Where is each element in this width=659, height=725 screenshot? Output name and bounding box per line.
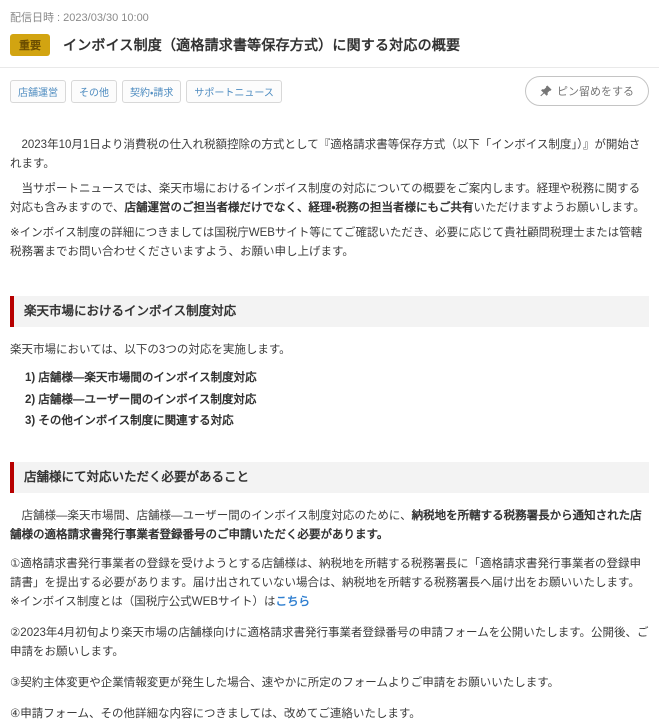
section1-lead: 楽天市場においては、以下の3つの対応を実施します。 (10, 341, 649, 360)
pin-button-label: ピン留めをする (557, 83, 634, 99)
intro-p2-bold: 店舗運営のご担当者様だけでなく、経理・税務の担当者様にもご共有 (125, 202, 474, 214)
tag-other[interactable]: その他 (71, 80, 117, 103)
tag-store-management[interactable]: 店舗運営 (10, 80, 66, 103)
tag-list: 店舗運営 その他 契約・請求 サポートニュース (10, 80, 282, 103)
list-item: 1) 店舗様―楽天市場間のインボイス制度対応 (25, 368, 649, 389)
support-news-article: 配信日時 : 2023/03/30 10:00 重要 インボイス制度（適格請求書… (0, 0, 659, 572)
tag-contract-billing[interactable]: 契約・請求 (122, 80, 181, 103)
article-body: 2023年10月1日より消費税の仕入れ税額控除の方式として『適格請求書等保存方式… (0, 112, 659, 725)
response-list: 1) 店舗様―楽天市場間のインボイス制度対応 2) 店舗様―ユーザー間のインボイ… (10, 368, 649, 432)
section2-lead-text: 店舗様―楽天市場間、店舗様―ユーザー間のインボイス制度対応のために、 (10, 510, 412, 522)
intro-paragraph-1: 2023年10月1日より消費税の仕入れ税額控除の方式として『適格請求書等保存方式… (10, 136, 649, 174)
intro-paragraph-2: 当サポートニュースでは、楽天市場におけるインボイス制度の対応についての概要をご案… (10, 180, 649, 218)
step1-paragraph: ①適格請求書発行事業者の登録を受けようとする店舗様は、納税地を所轄する税務署長に… (10, 555, 649, 612)
intro-note: ※インボイス制度の詳細につきましては国税庁WEBサイト等にてご確認いただき、必要… (10, 224, 649, 262)
invoice-info-link[interactable]: こちら (275, 596, 310, 608)
intro-p2-tail: いただけますようお願いします。 (473, 202, 644, 214)
step1-text: ①適格請求書発行事業者の登録を受けようとする店舗様は、納税地を所轄する税務署長に… (10, 558, 641, 589)
tag-support-news[interactable]: サポートニュース (186, 80, 282, 103)
list-item: 3) その他インボイス制度に関連する対応 (25, 411, 649, 432)
pin-button[interactable]: ピン留めをする (525, 76, 649, 106)
section-heading-store-actions: 店舗様にて対応いただく必要があること (10, 462, 649, 493)
meta-row: 店舗運営 その他 契約・請求 サポートニュース ピン留めをする (0, 68, 659, 112)
step3-paragraph: ③契約主体変更や企業情報変更が発生した場合、速やかに所定のフォームよりご申請をお… (10, 674, 649, 693)
title-row: 重要 インボイス制度（適格請求書等保存方式）に関する対応の概要 (0, 25, 659, 68)
list-item: 2) 店舗様―ユーザー間のインボイス制度対応 (25, 390, 649, 411)
step4-paragraph: ④申請フォーム、その他詳細な内容につきましては、改めてご連絡いたします。 (10, 705, 649, 724)
page-title: インボイス制度（適格請求書等保存方式）に関する対応の概要 (63, 35, 460, 55)
section2-lead: 店舗様―楽天市場間、店舗様―ユーザー間のインボイス制度対応のために、納税地を所轄… (10, 507, 649, 545)
section-heading-rakuten-response: 楽天市場におけるインボイス制度対応 (10, 296, 649, 327)
step2-paragraph: ②2023年4月初旬より楽天市場の店舗様向けに適格請求書発行事業者登録番号の申請… (10, 624, 649, 662)
step1-note: ※インボイス制度とは（国税庁公式WEBサイト）は (10, 596, 275, 608)
pushpin-icon (540, 85, 552, 97)
important-badge: 重要 (10, 34, 50, 56)
publish-date: 配信日時 : 2023/03/30 10:00 (0, 0, 659, 25)
